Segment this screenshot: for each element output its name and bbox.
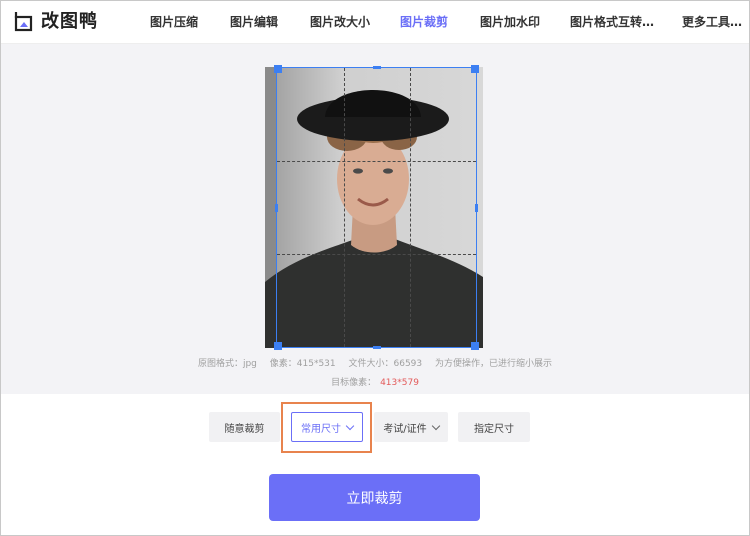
crop-handle-top-right[interactable]	[471, 65, 479, 73]
custom-size-label: 指定尺寸	[474, 423, 514, 435]
exam-id-dropdown[interactable]: 考试/证件	[374, 412, 448, 442]
target-pixels-label: 目标像素：	[331, 378, 377, 388]
crop-grid-line	[277, 161, 476, 162]
crop-handle-right[interactable]	[475, 204, 478, 212]
crop-handle-bottom-right[interactable]	[471, 342, 479, 350]
file-size: 文件大小：66593	[348, 359, 423, 369]
free-crop-label: 随意裁剪	[224, 423, 265, 435]
crop-now-label: 立即裁剪	[346, 490, 403, 507]
nav-image-resize[interactable]: 图片改大小	[310, 1, 370, 44]
original-pixels: 像素：415*531	[269, 359, 336, 369]
nav-more-tools[interactable]: 更多工具…	[682, 1, 742, 44]
nav-image-compress[interactable]: 图片压缩	[150, 1, 198, 44]
crop-handle-bottom[interactable]	[373, 346, 381, 349]
logo-text: 改图鸭	[41, 11, 98, 32]
scaled-note: 为方便操作，已进行缩小展示	[435, 359, 553, 369]
crop-grid-line	[277, 254, 476, 255]
logo[interactable]: 改图鸭	[13, 11, 98, 33]
crop-handle-left[interactable]	[275, 204, 278, 212]
top-navbar: 改图鸭 图片压缩 图片编辑 图片改大小 图片裁剪 图片加水印 图片格式互转… 更…	[1, 1, 749, 44]
crop-grid-line	[410, 68, 411, 347]
crop-handle-top-left[interactable]	[274, 65, 282, 73]
crop-handle-bottom-left[interactable]	[274, 342, 282, 350]
logo-icon	[14, 12, 33, 32]
nav-image-edit[interactable]: 图片编辑	[230, 1, 278, 44]
image-info-line: 原图格式：jpg 像素：415*531 文件大小：66593 为方便操作，已进行…	[1, 356, 749, 369]
crop-handle-top[interactable]	[373, 66, 381, 69]
free-crop-button[interactable]: 随意裁剪	[209, 412, 280, 442]
chevron-down-icon	[431, 421, 440, 430]
exam-id-label: 考试/证件	[383, 423, 427, 435]
nav-image-watermark[interactable]: 图片加水印	[480, 1, 540, 44]
nav-image-format-convert[interactable]: 图片格式互转…	[570, 1, 654, 44]
custom-size-button[interactable]: 指定尺寸	[458, 412, 530, 442]
crop-now-button[interactable]: 立即裁剪	[269, 474, 480, 521]
highlight-annotation	[281, 402, 372, 453]
crop-selection-box[interactable]	[274, 65, 479, 350]
original-format: 原图格式：jpg	[197, 359, 257, 369]
target-pixels-line: 目标像素： 413*579	[1, 375, 749, 388]
nav-image-crop[interactable]: 图片裁剪	[400, 1, 448, 44]
target-pixels-value: 413*579	[380, 378, 419, 388]
crop-grid-line	[344, 68, 345, 347]
